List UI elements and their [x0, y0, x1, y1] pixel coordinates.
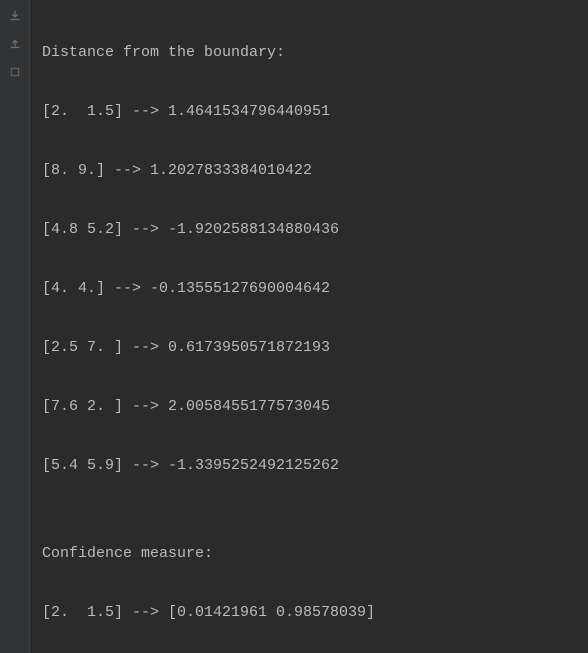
settings-icon[interactable] — [7, 64, 23, 80]
output-line: [2. 1.5] --> [0.01421961 0.98578039] — [42, 598, 588, 628]
output-line: [2.5 7. ] --> 0.6173950571872193 — [42, 333, 588, 363]
output-line: [7.6 2. ] --> 2.0058455177573045 — [42, 392, 588, 422]
output-line: [4.8 5.2] --> -1.9202588134880436 — [42, 215, 588, 245]
output-line: [5.4 5.9] --> -1.3395252492125262 — [42, 451, 588, 481]
editor-gutter — [0, 0, 30, 653]
output-line: [2. 1.5] --> 1.4641534796440951 — [42, 97, 588, 127]
output-line: [4. 4.] --> -0.13555127690004642 — [42, 274, 588, 304]
download-icon[interactable] — [7, 8, 23, 24]
upload-icon[interactable] — [7, 36, 23, 52]
output-line: [8. 9.] --> 1.2027833384010422 — [42, 156, 588, 186]
output-line: Distance from the boundary: — [42, 38, 588, 68]
console-output[interactable]: Distance from the boundary: [2. 1.5] -->… — [30, 0, 588, 653]
output-line: Confidence measure: — [42, 539, 588, 569]
